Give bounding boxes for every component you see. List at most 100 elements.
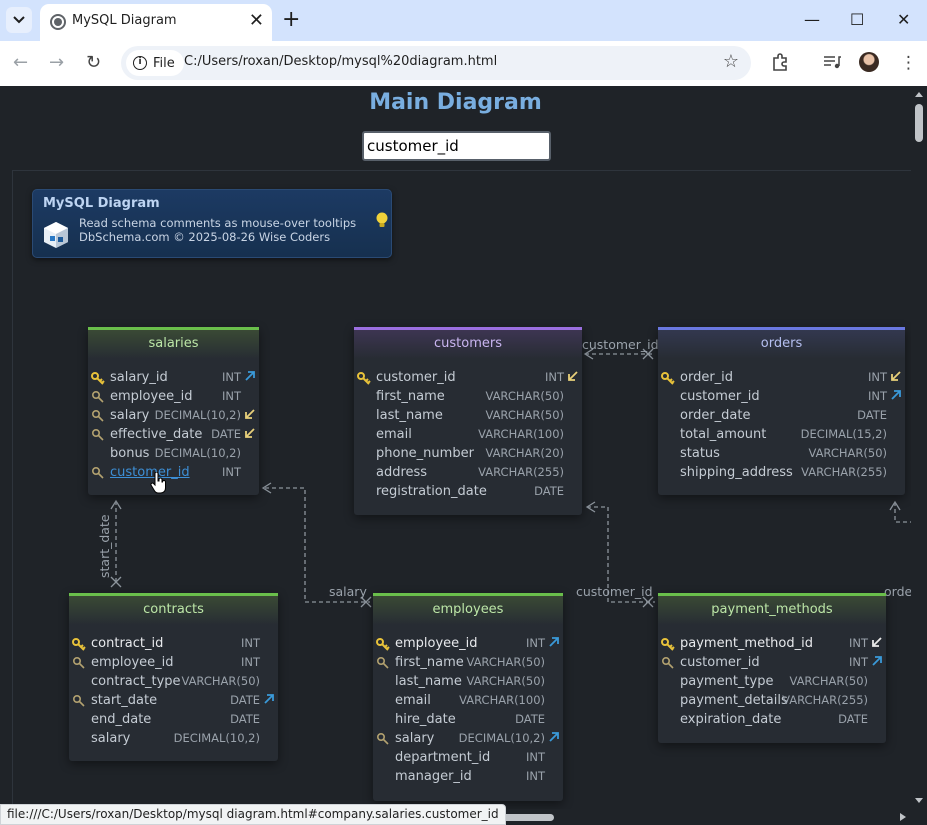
column-row[interactable]: customer_id INT — [354, 368, 582, 387]
table-header[interactable]: orders — [658, 327, 905, 359]
index-key-icon — [72, 694, 85, 707]
column-type: DATE — [211, 427, 241, 441]
table-contracts[interactable]: contracts contract_id INT employee_id IN… — [69, 593, 278, 761]
tab-search-button[interactable] — [6, 7, 32, 33]
table-header[interactable]: customers — [354, 327, 582, 359]
column-row[interactable]: payment_type VARCHAR(50) — [658, 672, 886, 691]
index-key-icon — [91, 409, 104, 422]
column-row[interactable]: salary DECIMAL(10,2) — [373, 729, 563, 748]
more-menu-icon[interactable]: ⋮ — [900, 51, 917, 75]
column-list: salary_id INT employee_id INT salary DEC… — [88, 359, 259, 482]
table-header[interactable]: employees — [373, 593, 563, 625]
column-row[interactable]: salary_id INT — [88, 368, 259, 387]
column-row[interactable]: address VARCHAR(255) — [354, 463, 582, 482]
minimize-icon[interactable]: — — [804, 8, 820, 32]
extensions-icon[interactable] — [771, 53, 789, 71]
column-row[interactable]: contract_type VARCHAR(50) — [69, 672, 278, 691]
column-row[interactable]: customer_id INT — [88, 463, 259, 482]
column-row[interactable]: order_id INT — [658, 368, 905, 387]
column-type: VARCHAR(50) — [181, 674, 260, 688]
column-row[interactable]: customer_id INT — [658, 387, 905, 406]
table-customers[interactable]: customers customer_id INT first_name VARC… — [354, 327, 582, 515]
maximize-icon[interactable]: ☐ — [850, 8, 864, 32]
table-header[interactable]: salaries — [88, 327, 259, 359]
column-row[interactable]: employee_id INT — [69, 653, 278, 672]
column-row[interactable]: shipping_address VARCHAR(255) — [658, 463, 905, 482]
url-text[interactable]: C:/Users/roxan/Desktop/mysql%20diagram.h… — [184, 54, 497, 69]
column-row[interactable]: payment_details VARCHAR(255) — [658, 691, 886, 710]
column-row[interactable]: salary DECIMAL(10,2) — [69, 729, 278, 748]
primary-key-icon — [661, 638, 675, 651]
column-row[interactable]: registration_date DATE — [354, 482, 582, 501]
bookmark-star-icon[interactable]: ☆ — [723, 51, 739, 72]
column-row[interactable]: employee_id INT — [373, 634, 563, 653]
table-header[interactable]: payment_methods — [658, 593, 886, 625]
scroll-up-icon[interactable] — [914, 90, 924, 98]
address-bar[interactable]: i File C:/Users/roxan/Desktop/mysql%20di… — [121, 46, 751, 80]
column-name: bonus — [110, 446, 150, 461]
column-row[interactable]: salary DECIMAL(10,2) — [88, 406, 259, 425]
scroll-right-icon[interactable] — [899, 812, 907, 822]
column-row[interactable]: end_date DATE — [69, 710, 278, 729]
vertical-scroll-thumb[interactable] — [915, 104, 923, 142]
table-payment-methods[interactable]: payment_methods payment_method_id INT cu… — [658, 593, 886, 743]
column-list: order_id INT customer_id INT order_date D… — [658, 359, 905, 482]
table-orders[interactable]: orders order_id INT customer_id INT orde… — [658, 327, 905, 495]
column-row[interactable]: first_name VARCHAR(50) — [373, 653, 563, 672]
media-controls-icon[interactable] — [823, 54, 841, 70]
fk-arrow-up-icon — [264, 694, 274, 704]
column-name: salary — [395, 731, 435, 746]
scroll-down-icon[interactable] — [914, 797, 924, 805]
column-type: DECIMAL(10,2) — [154, 446, 241, 460]
new-tab-icon[interactable]: + — [282, 8, 300, 32]
profile-avatar[interactable] — [859, 52, 879, 72]
column-row[interactable]: payment_method_id INT — [658, 634, 886, 653]
column-name: end_date — [91, 712, 152, 727]
fk-arrow-down-icon — [891, 371, 901, 381]
column-row[interactable]: customer_id INT — [658, 653, 886, 672]
column-row[interactable]: email VARCHAR(100) — [354, 425, 582, 444]
globe-icon — [50, 14, 66, 30]
column-row[interactable]: phone_number VARCHAR(20) — [354, 444, 582, 463]
site-info-chip[interactable]: i File — [126, 50, 184, 76]
tab-mysql-diagram[interactable]: MySQL Diagram ✕ — [40, 4, 272, 41]
table-employees[interactable]: employees employee_id INT first_name VAR… — [373, 593, 563, 801]
column-type: INT — [867, 389, 887, 403]
column-type: DECIMAL(10,2) — [154, 408, 241, 422]
back-icon[interactable]: ← — [13, 51, 28, 75]
column-row[interactable]: start_date DATE — [69, 691, 278, 710]
column-name: last_name — [395, 674, 462, 689]
column-row[interactable]: order_date DATE — [658, 406, 905, 425]
column-row[interactable]: last_name VARCHAR(50) — [373, 672, 563, 691]
vertical-scrollbar[interactable] — [911, 86, 927, 809]
column-row[interactable]: department_id INT — [373, 748, 563, 767]
column-type: DATE — [515, 712, 545, 726]
column-row[interactable]: contract_id INT — [69, 634, 278, 653]
reload-icon[interactable]: ↻ — [86, 51, 101, 75]
column-row[interactable]: first_name VARCHAR(50) — [354, 387, 582, 406]
close-window-icon[interactable]: ✕ — [897, 8, 910, 32]
site-info-label: File — [153, 55, 175, 71]
column-row[interactable]: effective_date DATE — [88, 425, 259, 444]
column-type: INT — [221, 370, 241, 384]
index-key-icon — [91, 390, 104, 403]
close-tab-icon[interactable]: ✕ — [249, 11, 264, 31]
column-row[interactable]: employee_id INT — [88, 387, 259, 406]
column-type: INT — [848, 636, 868, 650]
column-row[interactable]: status VARCHAR(50) — [658, 444, 905, 463]
column-row[interactable]: bonus DECIMAL(10,2) — [88, 444, 259, 463]
column-name: first_name — [376, 389, 445, 404]
forward-icon[interactable]: → — [49, 51, 64, 75]
table-salaries[interactable]: salaries salary_id INT employee_id INT s… — [88, 327, 259, 495]
column-type: INT — [240, 655, 260, 669]
column-type: INT — [544, 370, 564, 384]
column-row[interactable]: email VARCHAR(100) — [373, 691, 563, 710]
column-row[interactable]: expiration_date DATE — [658, 710, 886, 729]
column-type: VARCHAR(255) — [801, 465, 887, 479]
column-row[interactable]: last_name VARCHAR(50) — [354, 406, 582, 425]
column-row[interactable]: total_amount DECIMAL(15,2) — [658, 425, 905, 444]
fk-arrow-down-icon — [568, 371, 578, 381]
column-row[interactable]: hire_date DATE — [373, 710, 563, 729]
column-row[interactable]: manager_id INT — [373, 767, 563, 786]
table-header[interactable]: contracts — [69, 593, 278, 625]
